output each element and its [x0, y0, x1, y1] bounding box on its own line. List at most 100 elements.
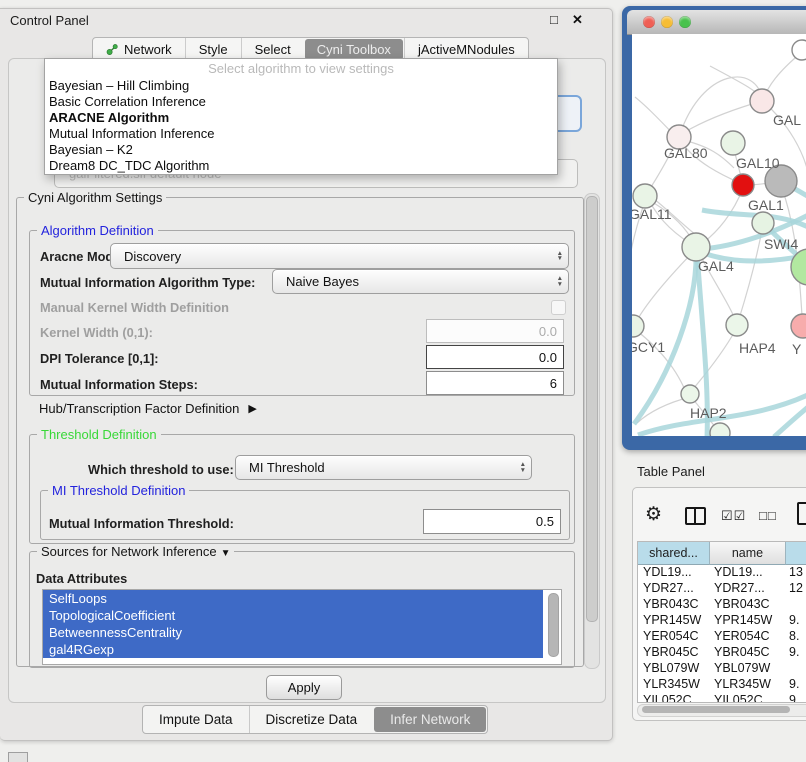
settings-scrollbar-thumb[interactable] — [586, 196, 598, 622]
network-edge[interactable] — [683, 101, 762, 133]
horizontal-scrollbar[interactable] — [637, 704, 806, 717]
network-node[interactable] — [721, 131, 745, 155]
network-edge[interactable] — [693, 331, 735, 389]
tab-infer-network[interactable]: Infer Network — [374, 707, 486, 732]
algorithm-dropdown: Select algorithm to view settings Bayesi… — [44, 58, 558, 175]
table-cell: 9. — [784, 644, 806, 660]
network-node[interactable] — [791, 314, 806, 338]
mi-threshold-field[interactable]: 0.5 — [423, 509, 561, 534]
expanded-arrow-icon[interactable]: ▼ — [221, 548, 231, 559]
cyni-algorithm-settings-group: Cyni Algorithm Settings Algorithm Defini… — [16, 197, 584, 667]
table-row[interactable]: YLR345WYLR345W9. — [638, 676, 806, 692]
attribute-list-item[interactable]: BetweennessCentrality — [43, 624, 543, 641]
mi-steps-field[interactable]: 6 — [426, 371, 564, 395]
table-cell: YBR045C — [709, 644, 784, 660]
dpi-tolerance-field[interactable]: 0.0 — [426, 345, 564, 369]
stepper-icon: ▲▼ — [520, 456, 526, 479]
network-canvas[interactable]: GALGAL80GAL10GAL1GAL11SWI4GAL4GCY1HAP4YH… — [632, 34, 806, 436]
select-all-icon[interactable]: ☑☑ — [721, 508, 746, 524]
node-label: GAL11 — [632, 206, 672, 222]
tab-discretize-data[interactable]: Discretize Data — [249, 706, 374, 733]
node-table: shared...name YDL19...YDL19...13YDR27...… — [637, 541, 806, 703]
table-cell: YDR27... — [709, 580, 784, 596]
data-attributes-list[interactable]: SelfLoopsTopologicalCoefficientBetweenne… — [42, 589, 562, 665]
split-view-icon[interactable] — [685, 507, 706, 525]
network-node[interactable] — [726, 314, 748, 336]
mi-type-value: Naive Bayes — [286, 274, 359, 289]
stepper-icon: ▲▼ — [557, 270, 563, 293]
gear-icon[interactable]: ⚙ — [645, 503, 662, 526]
network-node[interactable] — [732, 174, 754, 196]
algorithm-option[interactable]: Dream8 DC_TDC Algorithm — [45, 158, 557, 174]
tab-impute-data[interactable]: Impute Data — [143, 706, 249, 733]
kernel-width-field[interactable]: 0.0 — [426, 319, 564, 343]
algorithm-option[interactable]: Basic Correlation Inference — [45, 94, 557, 110]
which-threshold-combo[interactable]: MI Threshold ▲▼ — [235, 455, 532, 480]
node-label: SWI4 — [764, 236, 798, 252]
table-row[interactable]: YBL079WYBL079W — [638, 660, 806, 676]
table-row[interactable]: YIL052CYIL052C9. — [638, 692, 806, 703]
new-column-icon[interactable] — [797, 502, 806, 525]
apply-button[interactable]: Apply — [266, 675, 342, 700]
network-node[interactable] — [792, 40, 806, 60]
network-edge[interactable] — [636, 251, 694, 322]
deselect-all-icon[interactable]: □□ — [759, 508, 777, 523]
column-header[interactable]: shared... — [638, 542, 710, 565]
table-row[interactable]: YBR043CYBR043C — [638, 596, 806, 612]
table-panel-title: Table Panel — [637, 464, 705, 479]
table-row[interactable]: YDR27...YDR27...12 — [638, 580, 806, 596]
table-cell: YBR043C — [709, 596, 784, 612]
table-row[interactable]: YPR145WYPR145W9. — [638, 612, 806, 628]
algorithm-definition-group: Algorithm Definition Aracne Mode: Discov… — [29, 230, 575, 396]
attribute-list-item[interactable]: gal4RGexp — [43, 641, 543, 658]
table-header-row: shared...name — [638, 542, 806, 564]
close-panel-icon[interactable]: ✕ — [572, 12, 583, 28]
node-label: GAL1 — [748, 197, 784, 213]
zoom-traffic-light[interactable] — [679, 16, 691, 28]
aracne-mode-value: Discovery — [124, 249, 181, 264]
attribute-list-item[interactable]: SelfLoops — [43, 590, 543, 607]
table-cell: 9. — [784, 692, 806, 703]
column-header[interactable] — [786, 542, 806, 565]
table-row[interactable]: YDL19...YDL19...13 — [638, 564, 806, 580]
attribute-list-item[interactable]: TopologicalCoefficient — [43, 607, 543, 624]
float-panel-icon[interactable]: □ — [550, 12, 558, 27]
node-label: GAL — [773, 112, 801, 128]
algorithm-option[interactable]: ARACNE Algorithm — [45, 110, 557, 126]
table-cell — [784, 660, 806, 676]
horizontal-scrollbar-thumb[interactable] — [642, 706, 790, 713]
network-node[interactable] — [710, 423, 730, 436]
network-node[interactable] — [752, 212, 774, 234]
table-panel: ⚙ ☑☑ □□ shared...name YDL19...YDL19...13… — [632, 487, 806, 721]
aracne-mode-combo[interactable]: Discovery ▲▼ — [110, 243, 569, 269]
table-cell: YDL19... — [709, 564, 784, 580]
network-node[interactable] — [682, 233, 710, 261]
algorithm-option[interactable]: Bayesian – K2 — [45, 142, 557, 158]
which-threshold-value: MI Threshold — [249, 460, 325, 475]
table-cell: YLR345W — [638, 676, 709, 692]
column-header[interactable]: name — [710, 542, 786, 565]
tab-cyni-toolbox[interactable]: Cyni Toolbox — [305, 39, 403, 60]
minimize-traffic-light[interactable] — [661, 16, 673, 28]
mi-type-combo[interactable]: Naive Bayes ▲▼ — [272, 269, 569, 294]
tab-label: jActiveMNodules — [418, 42, 515, 57]
collapsed-arrow-icon: ▶ — [248, 402, 256, 415]
network-node[interactable] — [632, 315, 644, 337]
network-node[interactable] — [633, 184, 657, 208]
algorithm-option[interactable]: Bayesian – Hill Climbing — [45, 78, 557, 94]
manual-kernel-checkbox[interactable] — [551, 300, 566, 315]
close-traffic-light[interactable] — [643, 16, 655, 28]
network-node[interactable] — [750, 89, 774, 113]
network-node[interactable] — [681, 385, 699, 403]
table-row[interactable]: YER054CYER054C8. — [638, 628, 806, 644]
table-cell: 8. — [784, 628, 806, 644]
table-cell: YBR045C — [638, 644, 709, 660]
network-window-titlebar[interactable] — [627, 10, 806, 35]
settings-group-title: Cyni Algorithm Settings — [24, 190, 166, 205]
table-row[interactable]: YBR045CYBR045C9. — [638, 644, 806, 660]
node-label: HAP2 — [690, 405, 727, 421]
hub-definition-expander[interactable]: Hub/Transcription Factor Definition ▶ — [39, 401, 257, 416]
settings-scrollbar[interactable] — [584, 193, 600, 669]
algorithm-option[interactable]: Mutual Information Inference — [45, 126, 557, 142]
list-scrollbar[interactable] — [548, 593, 559, 657]
